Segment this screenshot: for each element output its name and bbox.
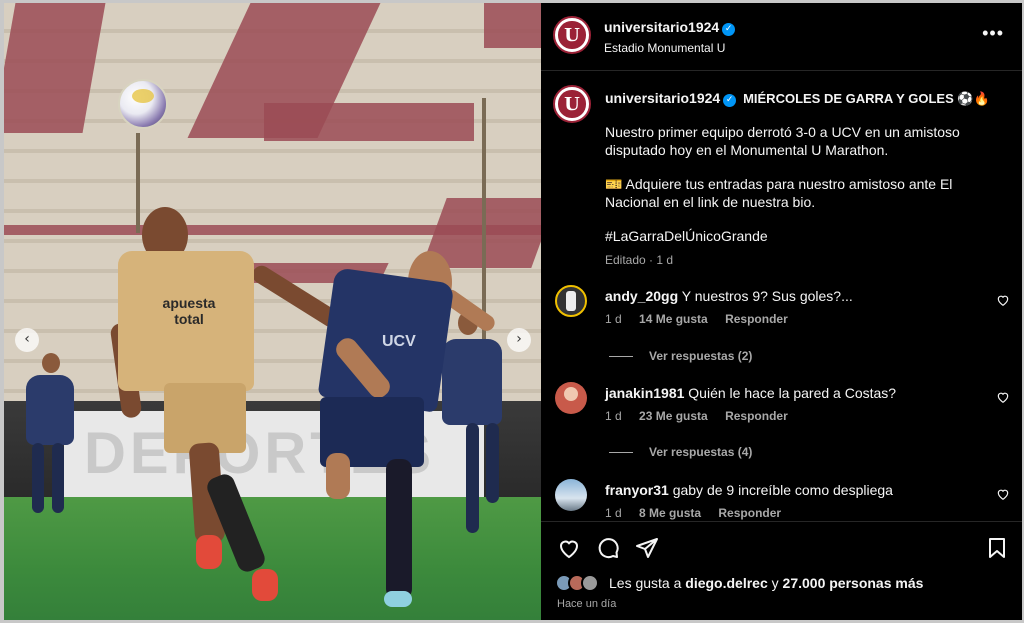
more-options-icon[interactable]: ••• (982, 23, 1004, 44)
jersey-sponsor: apuesta total (162, 295, 216, 327)
stands-stripe (264, 103, 474, 141)
comment-body: gaby de 9 increíble como despliega (672, 482, 893, 498)
comment-age: 1 d (605, 312, 622, 326)
caption-username[interactable]: universitario1924 (605, 90, 720, 106)
caption-hashtag[interactable]: #LaGarraDelÚnicoGrande (605, 227, 985, 245)
liker-avatar[interactable] (581, 574, 599, 592)
commenter-avatar[interactable] (555, 479, 587, 511)
comment-likes[interactable]: 14 Me gusta (639, 312, 708, 326)
reply-button[interactable]: Responder (725, 312, 788, 326)
author-username[interactable]: universitario1924 (604, 19, 719, 35)
comment-text: andy_20gg Y nuestros 9? Sus goles?... (605, 288, 853, 304)
like-heart-icon[interactable] (557, 536, 581, 560)
soccer-ball (118, 79, 168, 129)
caption-header: universitario1924 ✓ MIÉRCOLES DE GARRA Y … (605, 89, 990, 108)
view-replies-button[interactable]: Ver respuestas (4) (609, 445, 752, 459)
reply-button[interactable]: Responder (725, 409, 788, 423)
author-block: universitario1924 ✓ Estadio Monumental U (604, 19, 736, 55)
comment-age: 1 d (605, 506, 622, 520)
comment-like-icon[interactable] (996, 487, 1010, 501)
caption-title: MIÉRCOLES DE GARRA Y GOLES ⚽🔥 (743, 91, 990, 106)
rival-jersey-text: UCV (382, 333, 416, 350)
post-side-panel: U universitario1924 ✓ Estadio Monumental … (541, 3, 1022, 620)
carousel-prev-button[interactable]: ‹ (15, 328, 39, 352)
pitch-grass (4, 497, 541, 620)
caption-edited: Editado · 1 d (605, 253, 674, 267)
comment-like-icon[interactable] (996, 390, 1010, 404)
caption-author-avatar[interactable]: U (553, 85, 591, 123)
comment-item: franyor31 gaby de 9 increíble como despl… (541, 479, 1022, 521)
post-timestamp[interactable]: Hace un día (557, 598, 616, 610)
commenter-username[interactable]: andy_20gg (605, 288, 678, 304)
comment-text: janakin1981 Quién le hace la pared a Cos… (605, 385, 896, 401)
share-send-icon[interactable] (635, 536, 659, 560)
caption-paragraph-1: Nuestro primer equipo derrotó 3-0 a UCV … (605, 124, 960, 158)
comment-meta: 1 d 14 Me gusta Responder (605, 312, 802, 326)
comment-like-icon[interactable] (996, 293, 1010, 307)
view-replies-button[interactable]: Ver respuestas (2) (609, 349, 752, 363)
comment-bubble-icon[interactable] (596, 536, 620, 560)
post-header: U universitario1924 ✓ Estadio Monumental … (541, 3, 1022, 71)
comment-text: franyor31 gaby de 9 increíble como despl… (605, 482, 893, 498)
verified-badge-icon: ✓ (722, 23, 736, 36)
comment-item: andy_20gg Y nuestros 9? Sus goles?... 1 … (541, 285, 1022, 345)
carousel-next-button[interactable]: › (507, 328, 531, 352)
commenter-username[interactable]: janakin1981 (605, 385, 684, 401)
stadium-pole (136, 133, 140, 233)
comment-likes[interactable]: 23 Me gusta (639, 409, 708, 423)
stands-stripe (484, 3, 541, 48)
comments-scroll-area[interactable]: U universitario1924 ✓ MIÉRCOLES DE GARRA … (541, 71, 1022, 521)
comment-age: 1 d (605, 409, 622, 423)
likes-summary: Les gusta a diego.delrec y 27.000 person… (609, 575, 924, 591)
comment-likes[interactable]: 8 Me gusta (639, 506, 701, 520)
commenter-username[interactable]: franyor31 (605, 482, 669, 498)
caption-paragraph-2: 🎫 Adquiere tus entradas para nuestro ami… (605, 176, 953, 210)
comment-body: Y nuestros 9? Sus goles?... (681, 288, 853, 304)
reply-button[interactable]: Responder (718, 506, 781, 520)
comment-meta: 1 d 23 Me gusta Responder (605, 409, 802, 423)
comment-meta: 1 d 8 Me gusta Responder (605, 506, 795, 520)
author-avatar[interactable]: U (553, 16, 591, 54)
likes-user[interactable]: diego.delrec (685, 575, 767, 591)
comment-item: janakin1981 Quién le hace la pared a Cos… (541, 382, 1022, 442)
post-location[interactable]: Estadio Monumental U (604, 41, 735, 55)
commenter-avatar[interactable] (555, 382, 587, 414)
post-photo[interactable]: DEPORTES apuesta total UCV ‹ › (4, 3, 541, 620)
bookmark-icon[interactable] (985, 536, 1009, 560)
verified-badge-icon: ✓ (723, 94, 737, 107)
likes-count[interactable]: 27.000 personas más (783, 575, 924, 591)
comment-body: Quién le hace la pared a Costas? (688, 385, 897, 401)
commenter-avatar[interactable] (555, 285, 587, 317)
